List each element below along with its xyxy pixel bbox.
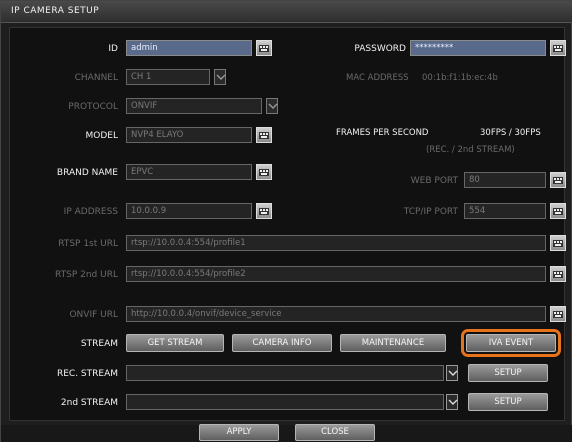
rec-stream-label: REC. STREAM <box>56 369 118 379</box>
password-label: PASSWORD <box>354 44 406 54</box>
web-port-label: WEB PORT <box>410 176 458 186</box>
second-stream-setup-button[interactable]: SETUP <box>468 393 548 411</box>
keyboard-icon <box>259 169 269 176</box>
keyboard-icon <box>553 177 563 184</box>
id-edit-button[interactable] <box>256 40 272 56</box>
protocol-label: PROTOCOL <box>68 102 118 112</box>
second-stream-label: 2nd STREAM <box>60 398 118 408</box>
web-port-field[interactable]: 80 <box>464 172 546 188</box>
footer-bar <box>1 425 572 442</box>
protocol-dropdown-button[interactable] <box>266 98 278 114</box>
brand-name-field[interactable]: EPVC <box>126 164 252 180</box>
brand-name-label: BRAND NAME <box>56 168 118 178</box>
id-field[interactable]: admin <box>126 40 252 56</box>
tcp-port-label: TCP/IP PORT <box>403 207 458 217</box>
rec-stream-setup-button[interactable]: SETUP <box>468 364 548 382</box>
mac-address-label: MAC ADDRESS <box>346 73 409 83</box>
model-field[interactable]: NVP4 ELAYO <box>126 127 252 143</box>
onvif-url-label: ONVIF URL <box>69 310 118 320</box>
protocol-field[interactable]: ONVIF <box>126 98 262 114</box>
channel-label: CHANNEL <box>74 73 118 83</box>
fps-label: FRAMES PER SECOND <box>336 128 429 138</box>
keyboard-icon <box>259 208 269 215</box>
keyboard-icon <box>553 311 563 318</box>
ip-address-label: IP ADDRESS <box>63 207 118 217</box>
title-bar: IP CAMERA SETUP <box>1 1 572 23</box>
apply-button[interactable]: APPLY <box>199 424 279 441</box>
tcp-port-edit-button[interactable] <box>550 203 566 219</box>
chevron-down-icon <box>268 103 278 109</box>
second-stream-dropdown-button[interactable] <box>446 394 458 410</box>
onvif-url-field[interactable]: http://10.0.0.4/onvif/device_service <box>126 306 546 322</box>
chevron-down-icon <box>448 399 458 405</box>
get-stream-button[interactable]: GET STREAM <box>126 334 224 352</box>
camera-info-button[interactable]: CAMERA INFO <box>232 334 332 352</box>
password-edit-button[interactable] <box>550 40 566 56</box>
keyboard-icon <box>553 240 563 247</box>
maintenance-button[interactable]: MAINTENANCE <box>340 334 446 352</box>
keyboard-icon <box>553 271 563 278</box>
rec-stream-select[interactable] <box>126 365 444 381</box>
mac-address-value: 00:1b:f1:1b:ec:4b <box>422 73 498 83</box>
keyboard-icon <box>259 45 269 52</box>
id-label: ID <box>108 44 118 54</box>
model-label: MODEL <box>85 131 118 141</box>
settings-panel: ID admin PASSWORD ********* CHANNEL CH 1… <box>9 27 566 421</box>
channel-dropdown-button[interactable] <box>214 69 226 85</box>
fps-value: 30FPS / 30FPS <box>480 128 541 138</box>
channel-field[interactable]: CH 1 <box>126 69 210 85</box>
web-port-edit-button[interactable] <box>550 172 566 188</box>
keyboard-icon <box>553 208 563 215</box>
stream-label: STREAM <box>80 339 118 349</box>
rtsp-1st-url-label: RTSP 1st URL <box>58 239 118 249</box>
fps-sub: (REC. / 2nd STREAM) <box>426 145 515 155</box>
rtsp-2nd-url-label: RTSP 2nd URL <box>55 270 118 280</box>
ip-address-edit-button[interactable] <box>256 203 272 219</box>
keyboard-icon <box>259 132 269 139</box>
keyboard-icon <box>553 45 563 52</box>
rtsp-1st-url-field[interactable]: rtsp://10.0.0.4:554/profile1 <box>126 235 546 251</box>
window-title: IP CAMERA SETUP <box>11 6 100 16</box>
ip-address-field[interactable]: 10.0.0.9 <box>126 203 252 219</box>
ip-camera-setup-window: IP CAMERA SETUP ID admin PASSWORD ******… <box>0 0 572 442</box>
onvif-url-edit-button[interactable] <box>550 306 566 322</box>
chevron-down-icon <box>448 370 458 376</box>
rtsp-1st-url-edit-button[interactable] <box>550 235 566 251</box>
rtsp-2nd-url-field[interactable]: rtsp://10.0.0.4:554/profile2 <box>126 266 546 282</box>
second-stream-select[interactable] <box>126 394 444 410</box>
model-edit-button[interactable] <box>256 127 272 143</box>
brand-name-edit-button[interactable] <box>256 164 272 180</box>
chevron-down-icon <box>216 74 226 80</box>
rtsp-2nd-url-edit-button[interactable] <box>550 266 566 282</box>
rec-stream-dropdown-button[interactable] <box>446 365 458 381</box>
password-field[interactable]: ********* <box>410 40 546 56</box>
close-button[interactable]: CLOSE <box>295 424 375 441</box>
tcp-port-field[interactable]: 554 <box>464 203 546 219</box>
iva-event-button[interactable]: IVA EVENT <box>461 329 561 357</box>
